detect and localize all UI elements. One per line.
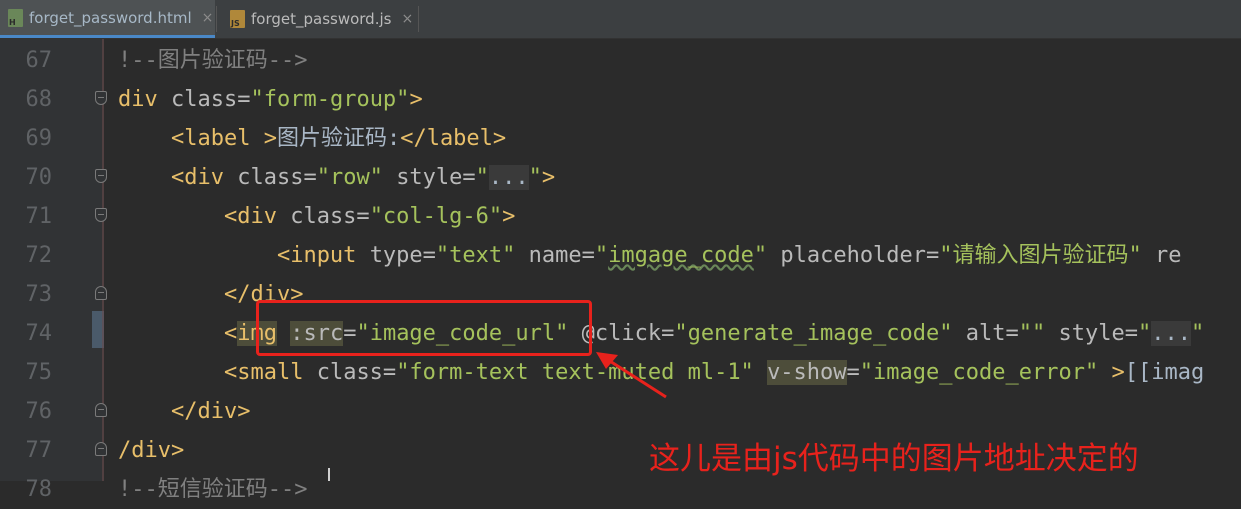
annotation-text: 这儿是由js代码中的图片地址决定的 xyxy=(649,441,1139,477)
annotation-arrow-icon xyxy=(596,352,667,399)
text-cursor xyxy=(328,468,330,481)
